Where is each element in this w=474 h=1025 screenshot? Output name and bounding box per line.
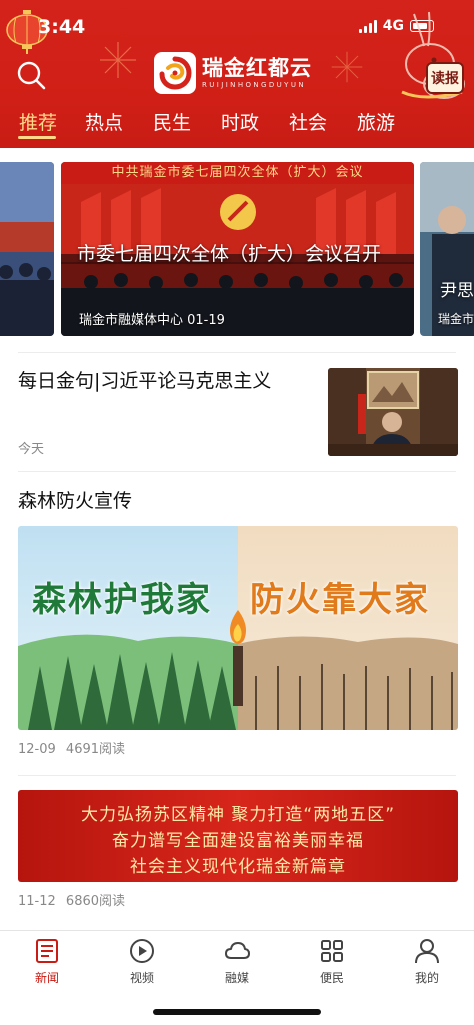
firework-decoration-icon [331,51,363,83]
video-icon [130,939,154,963]
read-newspaper-button[interactable]: 读报 [426,62,464,94]
tab-society[interactable]: 社会 [288,108,328,135]
tab-travel[interactable]: 旅游 [356,108,396,135]
nav-label: 新闻 [34,971,59,985]
app-header: 3:44 4G 瑞金红都云 RUIJINHONGDUYUN 读报 推荐 热点 民… [0,0,474,148]
news-banner-image: 大力弘扬苏区精神 聚力打造“两地五区” 奋力谱写全面建设富裕美丽幸福 社会主义现… [18,790,458,882]
nav-news[interactable]: 新闻 [17,937,77,986]
cloud-icon [225,942,250,959]
divider [18,352,456,353]
news-date: 12-09 [18,742,56,757]
news-meta: 12-09 4691阅读 [18,738,125,757]
news-icon [36,939,58,963]
nav-label: 我的 [414,971,439,985]
grid-icon [321,940,343,962]
image-slogan-left: 森林护我家 [32,580,212,620]
nav-services[interactable]: 便民 [302,937,362,986]
slide-caption: 市委七届四次全体（扩大）会议召开 [77,243,382,265]
tab-politics[interactable]: 时政 [220,108,260,135]
nav-label: 融媒 [224,971,249,985]
news-date: 11-12 [18,894,56,909]
news-meta: 11-12 6860阅读 [18,890,125,909]
active-tab-indicator [18,136,56,139]
app-name: 瑞金红都云 [202,56,312,80]
status-time: 3:44 [38,16,86,38]
logo-emblem-icon [154,52,196,94]
news-read-count: 4691阅读 [65,742,126,757]
search-icon[interactable] [16,60,46,90]
tab-livelihood[interactable]: 民生 [152,108,192,135]
nav-label: 视频 [129,971,154,985]
slide-source-date: 瑞金市融媒体中心 01-19 [79,313,225,328]
tab-hot[interactable]: 热点 [84,108,124,135]
nav-mine[interactable]: 我的 [397,937,457,986]
news-item[interactable]: 每日金句|习近平论马克思主义 今天 [18,366,458,458]
banner-line: 社会主义现代化瑞金新篇章 [130,857,346,877]
nav-video[interactable]: 视频 [112,937,172,986]
nav-label: 便民 [319,971,344,985]
slide-source: 瑞金市 [438,312,474,326]
nav-media[interactable]: 融媒 [207,937,267,986]
slide-banner-text: 中共瑞金市委七届四次全体（扩大）会议 [61,162,414,184]
news-title: 每日金句|习近平论马克思主义 [18,370,272,392]
banner-line: 大力弘扬苏区精神 聚力打造“两地五区” [80,805,396,825]
image-slogan-right: 防火靠大家 [250,580,430,620]
home-indicator[interactable] [153,1009,321,1015]
app-name-latin: RUIJINHONGDUYUN [202,81,307,89]
news-image: 森林护我家 防火靠大家 [18,526,458,730]
news-item[interactable]: 森林防火宣传 森林护我家 防火靠大家 12-09 4691阅读 [18,486,458,757]
channel-tabs: 推荐 热点 民生 时政 社会 旅游 [0,106,474,146]
headline-carousel[interactable]: 中共瑞金市委七届四次全体（扩大）会议 市委七届四次全体（扩大）会议召开 瑞金市融… [0,162,474,336]
carousel-slide-next[interactable]: 尹思 瑞金市 [420,162,474,336]
news-thumbnail [328,368,458,456]
news-item[interactable]: 大力弘扬苏区精神 聚力打造“两地五区” 奋力谱写全面建设富裕美丽幸福 社会主义现… [18,790,458,909]
firework-decoration-icon [100,42,136,78]
meeting-photo [0,162,54,336]
slide-caption: 尹思 [440,281,474,301]
tab-recommend[interactable]: 推荐 [18,108,58,135]
carousel-slide-current[interactable]: 中共瑞金市委七届四次全体（扩大）会议 市委七届四次全体（扩大）会议召开 瑞金市融… [61,162,414,336]
news-date: 今天 [18,442,45,457]
divider [18,471,456,472]
news-read-count: 6860阅读 [65,894,126,909]
divider [18,775,456,776]
carousel-slide-prev[interactable] [0,162,54,336]
app-logo: 瑞金红都云 RUIJINHONGDUYUN [154,52,312,94]
banner-line: 奋力谱写全面建设富裕美丽幸福 [112,831,364,851]
news-title: 森林防火宣传 [18,490,133,512]
user-icon [415,939,439,964]
